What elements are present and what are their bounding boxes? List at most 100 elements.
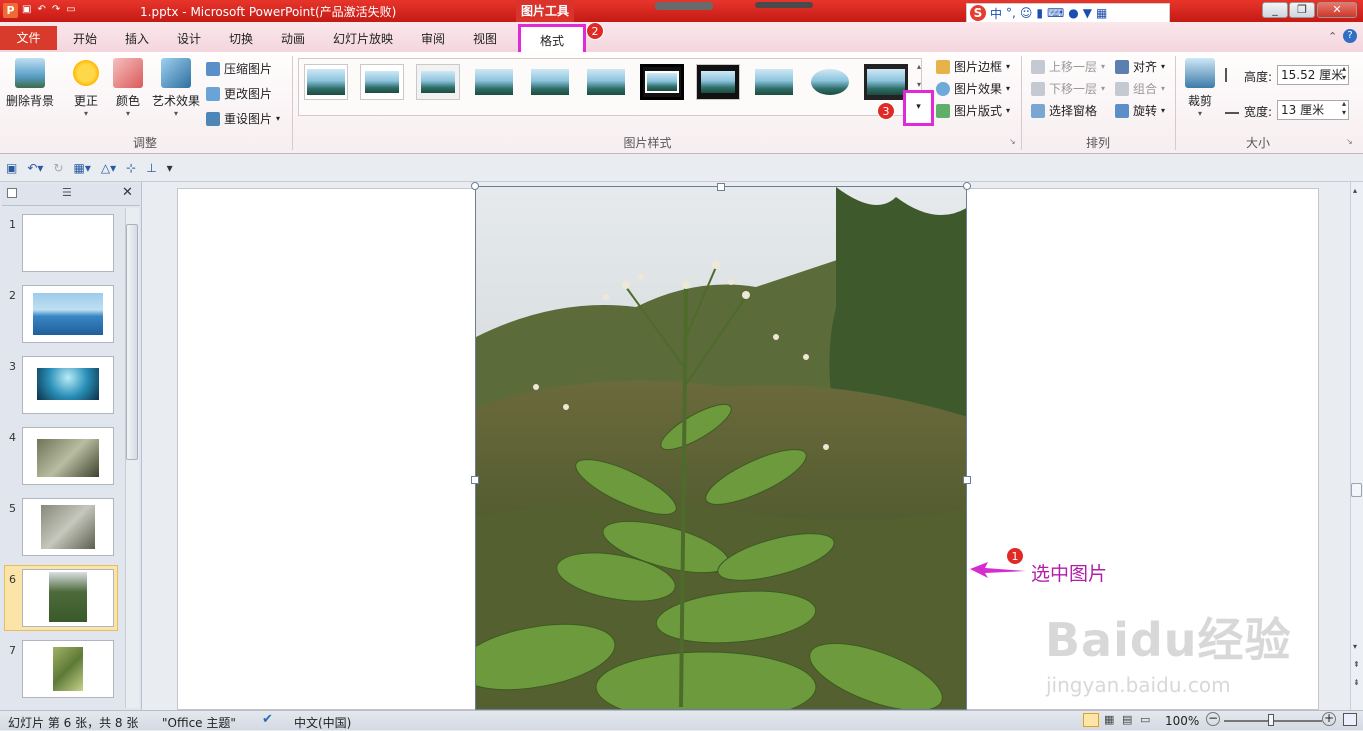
ime-toolbar[interactable]: S 中 °, ☺ ▮ ⌨ ● ▼ ▦ — [966, 3, 1170, 23]
tab-review[interactable]: 审阅 — [421, 30, 445, 50]
slide-thumb-7[interactable] — [22, 640, 114, 698]
picture-qat-icon[interactable]: ▦▾ — [73, 161, 90, 175]
gallery-more-button[interactable]: ▾ — [903, 90, 934, 126]
height-spinner[interactable]: ▴ ▾ — [1342, 64, 1346, 82]
save-icon[interactable]: ▣ — [6, 161, 17, 175]
height-input[interactable]: 15.52 厘米 — [1277, 65, 1349, 85]
undo-icon[interactable]: ↶▾ — [27, 161, 43, 175]
powerpoint-logo-icon[interactable]: P — [3, 3, 18, 18]
slide-thumb-5[interactable] — [22, 498, 114, 556]
change-picture-button[interactable]: 更改图片 — [206, 85, 272, 102]
user-icon[interactable]: ● — [1068, 6, 1078, 20]
reading-view-icon[interactable]: ▤ — [1122, 713, 1132, 726]
ime-lang[interactable]: 中 — [990, 5, 1002, 22]
style-thumb-3[interactable] — [416, 64, 460, 100]
picture-border-button[interactable]: 图片边框 ▾ — [936, 58, 1010, 75]
zoom-out-icon[interactable]: − — [1206, 712, 1220, 726]
color-button[interactable]: 颜色 ▾ — [110, 58, 146, 118]
size-dialog-launcher-icon[interactable]: ↘ — [1346, 137, 1353, 146]
slide-sorter-icon[interactable]: ▦ — [1104, 713, 1114, 726]
ime-punct[interactable]: °, — [1006, 6, 1016, 20]
slide-thumb-3[interactable] — [22, 356, 114, 414]
chevron-up-icon[interactable]: ⌃ — [1328, 30, 1337, 43]
rotate-button[interactable]: 旋转 ▾ — [1115, 102, 1165, 119]
send-backward-button[interactable]: 下移一层 ▾ — [1031, 80, 1105, 97]
compress-pictures-button[interactable]: 压缩图片 — [206, 60, 272, 77]
crop-button[interactable]: 裁剪 ▾ — [1181, 58, 1219, 118]
resize-handle-n[interactable] — [717, 183, 725, 191]
tab-file[interactable]: 文件 — [0, 26, 57, 50]
grid-icon[interactable]: ▦ — [1096, 6, 1107, 20]
zoom-slider-thumb[interactable] — [1268, 714, 1274, 726]
tab-slideshow[interactable]: 幻灯片放映 — [333, 30, 393, 50]
width-spinner[interactable]: ▴ ▾ — [1342, 99, 1346, 117]
style-thumb-9[interactable] — [752, 64, 796, 100]
prev-slide-icon[interactable]: ⇞ — [1353, 660, 1360, 669]
theme-name[interactable]: "Office 主题" — [162, 714, 236, 731]
scroll-thumb[interactable] — [1351, 483, 1362, 497]
style-thumb-7[interactable] — [640, 64, 684, 100]
normal-view-icon[interactable] — [1083, 713, 1099, 727]
align-qat-icon[interactable]: ⊥ — [146, 161, 156, 175]
slide-thumb-6[interactable] — [22, 569, 114, 627]
styles-dialog-launcher-icon[interactable]: ↘ — [1009, 137, 1016, 146]
style-thumb-2[interactable] — [360, 64, 404, 100]
tab-animations[interactable]: 动画 — [281, 30, 305, 50]
reset-picture-button[interactable]: 重设图片 ▾ — [206, 110, 280, 127]
customize-qat-icon[interactable]: ▾ — [167, 161, 173, 175]
help-icon[interactable]: ? — [1343, 29, 1357, 43]
slideshow-view-icon[interactable]: ▭ — [1140, 713, 1150, 726]
redo-icon[interactable]: ↻ — [53, 161, 63, 175]
style-thumb-6[interactable] — [584, 64, 628, 100]
align-button[interactable]: 对齐 ▾ — [1115, 58, 1165, 75]
bring-forward-button[interactable]: 上移一层 ▾ — [1031, 58, 1105, 75]
tab-home[interactable]: 开始 — [73, 30, 97, 50]
resize-handle-w[interactable] — [471, 476, 479, 484]
next-slide-icon[interactable]: ⇟ — [1353, 678, 1360, 687]
sogou-icon[interactable]: S — [970, 5, 986, 21]
picture-layout-button[interactable]: 图片版式 ▾ — [936, 102, 1010, 119]
style-thumb-8[interactable] — [696, 64, 740, 100]
tab-transitions[interactable]: 切换 — [229, 30, 253, 50]
style-thumb-1[interactable] — [304, 64, 348, 100]
editor-vertical-scrollbar[interactable] — [1350, 182, 1363, 710]
group-button[interactable]: 组合 ▾ — [1115, 80, 1165, 97]
resize-handle-nw[interactable] — [471, 182, 479, 190]
pane-close-icon[interactable]: ✕ — [122, 185, 133, 200]
tab-insert[interactable]: 插入 — [125, 30, 149, 50]
picture-effects-button[interactable]: 图片效果 ▾ — [936, 80, 1010, 97]
crop-qat-icon[interactable]: ⊹ — [126, 161, 136, 175]
zoom-level[interactable]: 100% — [1165, 714, 1199, 728]
scroll-down-icon[interactable]: ▾ — [1353, 642, 1357, 651]
slide-thumb-4[interactable] — [22, 427, 114, 485]
resize-handle-e[interactable] — [963, 476, 971, 484]
shirt-icon[interactable]: ▼ — [1083, 6, 1092, 20]
scroll-up-icon[interactable]: ▴ — [1353, 186, 1357, 195]
outline-tab-icon[interactable]: ☰ — [62, 186, 72, 199]
gallery-scroll-up-icon[interactable]: ▴ — [917, 62, 921, 71]
mic-icon[interactable]: ▮ — [1036, 6, 1043, 20]
slide-thumb-1[interactable] — [22, 214, 114, 272]
zoom-in-icon[interactable]: + — [1322, 712, 1336, 726]
smiley-icon[interactable]: ☺ — [1020, 6, 1033, 20]
slides-tab-icon[interactable] — [7, 188, 17, 198]
style-thumb-5[interactable] — [528, 64, 572, 100]
remove-background-button[interactable]: 删除背景 — [4, 58, 56, 109]
thumbnails-scroll-thumb[interactable] — [126, 224, 138, 460]
style-thumb-10[interactable] — [808, 64, 852, 100]
language[interactable]: 中文(中国) — [294, 714, 351, 731]
artistic-effects-button[interactable]: 艺术效果 ▾ — [150, 58, 202, 118]
resize-handle-ne[interactable] — [963, 182, 971, 190]
selected-picture[interactable] — [475, 186, 967, 710]
restore-button[interactable]: ❐ — [1289, 2, 1315, 18]
minimize-button[interactable]: _ — [1262, 2, 1288, 18]
tab-view[interactable]: 视图 — [473, 30, 497, 50]
tab-design[interactable]: 设计 — [177, 30, 201, 50]
shape-qat-icon[interactable]: △▾ — [101, 161, 116, 175]
style-thumb-11[interactable] — [864, 64, 908, 100]
close-button[interactable]: ✕ — [1317, 2, 1357, 18]
style-thumb-4[interactable] — [472, 64, 516, 100]
slide-thumb-2[interactable] — [22, 285, 114, 343]
selection-pane-button[interactable]: 选择窗格 — [1031, 102, 1097, 119]
spellcheck-icon[interactable]: ✔ — [262, 712, 273, 727]
